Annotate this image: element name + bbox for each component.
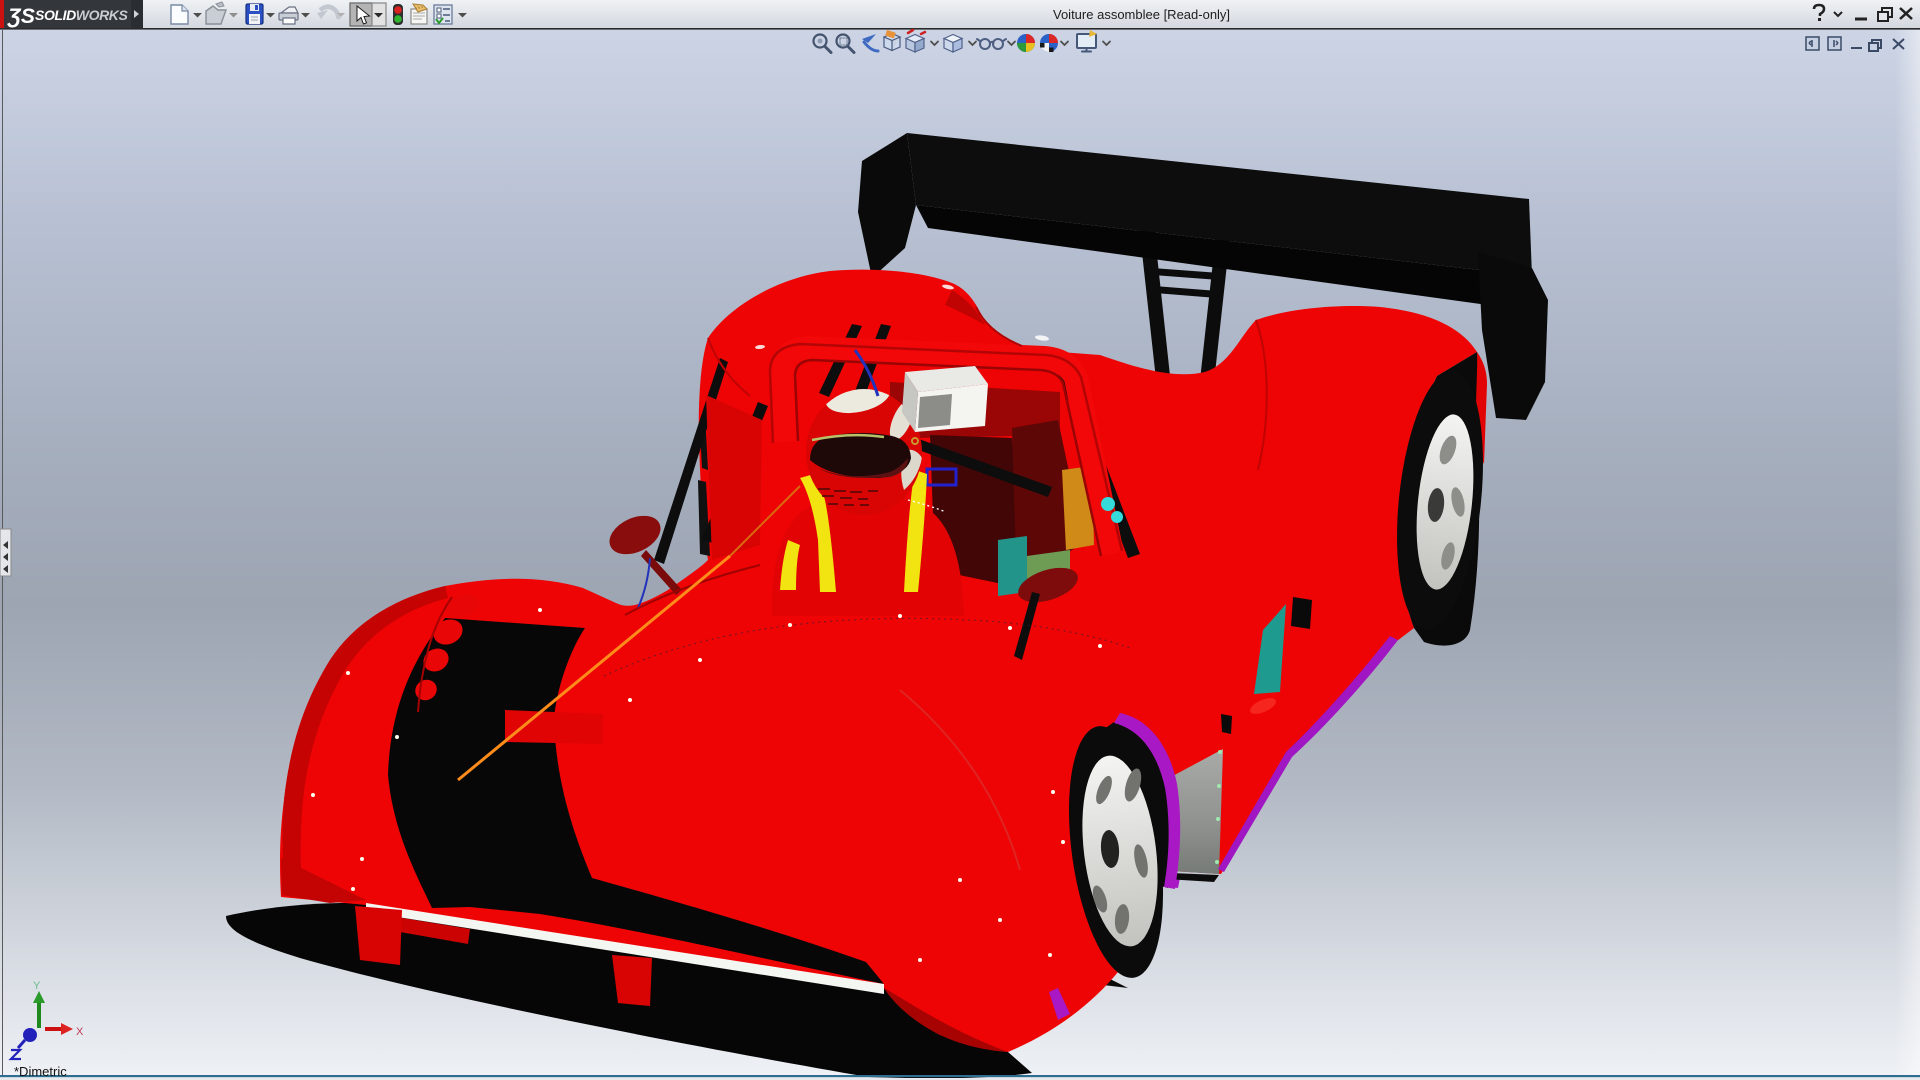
- svg-text:SOLIDWORKS: SOLIDWORKS: [35, 7, 129, 23]
- svg-text:Y: Y: [33, 980, 41, 992]
- svg-text:ƷS: ƷS: [7, 5, 35, 28]
- svg-text:*Dimetric: *Dimetric: [14, 1064, 67, 1079]
- svg-text:X: X: [76, 1026, 84, 1038]
- svg-text:Voiture assomblee [Read-only]: Voiture assomblee [Read-only]: [1053, 7, 1230, 22]
